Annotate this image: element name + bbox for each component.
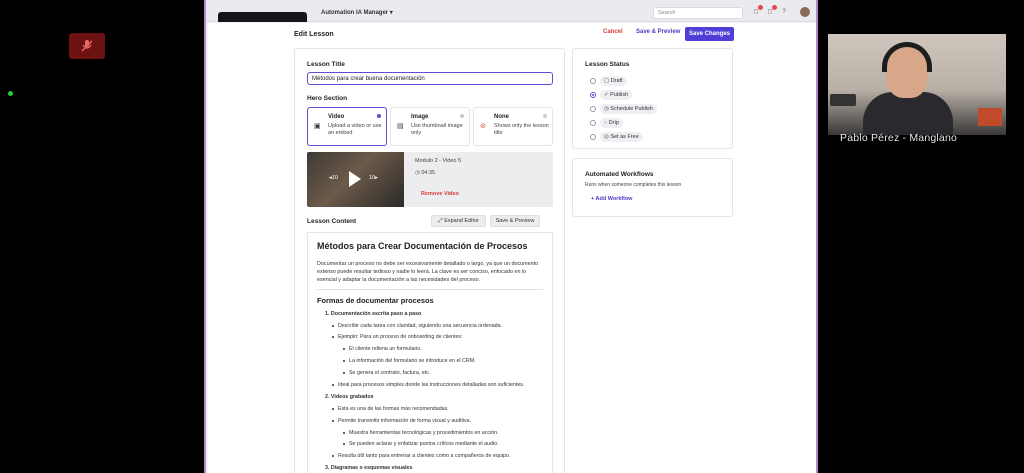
lesson-title-input[interactable]: Métodos para crear buena documentación bbox=[307, 72, 553, 85]
app-tab[interactable] bbox=[218, 12, 307, 22]
hero-section-label: Hero Section bbox=[307, 95, 348, 102]
video-title: Modulo 2 - Video 5 bbox=[415, 158, 462, 164]
hero-option-image[interactable]: ▤ Image Use thumbnail image only bbox=[390, 107, 470, 146]
microphone-icon bbox=[830, 94, 856, 106]
hero-video-block: ◂10 10▸ Modulo 2 - Video 5 ◷ 04:35 Remov… bbox=[307, 152, 553, 207]
list-item: Se pueden aclarar y enfatizar puntos crí… bbox=[317, 441, 543, 447]
hero-option-desc: Upload a video or use an embed bbox=[328, 123, 382, 136]
video-call-stage: Automation IA Manager ▾ Search ◻ ◻ ? Edi… bbox=[0, 0, 1024, 473]
radio-icon[interactable] bbox=[590, 78, 596, 84]
content-subheading: Formas de documentar procesos bbox=[317, 295, 434, 305]
list-item: El cliente rellena un formulario. bbox=[317, 346, 543, 352]
radio-icon[interactable] bbox=[590, 134, 596, 140]
automated-workflows-card: Automated Workflows Runs when someone co… bbox=[572, 158, 733, 217]
expand-editor-button[interactable]: ⤢ Expand Editor bbox=[431, 215, 486, 227]
list-item: Ideal para procesos simples donde las in… bbox=[317, 382, 543, 388]
edit-lesson-page: Edit Lesson Cancel Save & Preview Save C… bbox=[208, 23, 816, 473]
help-icon[interactable]: ? bbox=[780, 8, 788, 16]
shared-screen: Automation IA Manager ▾ Search ◻ ◻ ? Edi… bbox=[204, 0, 818, 473]
skip-back-icon[interactable]: ◂10 bbox=[329, 175, 338, 181]
image-icon: ▤ bbox=[397, 123, 404, 130]
status-pill: ✓ Publish bbox=[600, 90, 633, 100]
list-item: 1. Documentación escrita paso a paso bbox=[325, 310, 422, 317]
list-item: 3. Diagramas o esquemas visuales bbox=[325, 465, 413, 472]
lesson-status-label: Lesson Status bbox=[585, 61, 630, 68]
radio-icon bbox=[543, 114, 547, 118]
status-pill: ◎ Set as Free bbox=[600, 132, 643, 142]
hero-option-video[interactable]: ▣ Video Upload a video or use an embed bbox=[307, 107, 387, 146]
list-item: Muestra herramientas tecnológicas y proc… bbox=[317, 430, 543, 436]
radio-icon[interactable] bbox=[590, 106, 596, 112]
participant-body bbox=[863, 92, 953, 135]
status-label: Draft bbox=[610, 78, 623, 84]
user-avatar[interactable] bbox=[800, 7, 810, 17]
lesson-editor-card: Lesson Title Métodos para crear buena do… bbox=[294, 48, 565, 473]
hero-option-desc: Shows only the lesson title bbox=[494, 123, 549, 136]
participant-name: Pablo Pérez - Manglano bbox=[840, 132, 958, 144]
list-item: Describir cada tarea con claridad, sigui… bbox=[317, 323, 543, 329]
mic-off-icon bbox=[81, 40, 93, 52]
content-save-preview-button[interactable]: Save & Preview bbox=[490, 215, 540, 227]
cancel-button[interactable]: Cancel bbox=[603, 29, 623, 35]
list-item: Se genera el contrato, factura, etc. bbox=[317, 370, 543, 376]
lesson-content-label: Lesson Content bbox=[307, 218, 357, 225]
list-item: Esta es una de las formas más recomendad… bbox=[317, 406, 543, 412]
search-input[interactable]: Search bbox=[653, 7, 743, 19]
content-heading: Métodos para Crear Documentación de Proc… bbox=[317, 241, 528, 251]
list-item: Resulta útil tanto para entrenar a clien… bbox=[317, 453, 543, 459]
hero-option-title: Video bbox=[328, 114, 345, 120]
add-workflow-button[interactable]: + Add Workflow bbox=[591, 196, 632, 202]
workflows-description: Runs when someone completes this lesson bbox=[585, 182, 682, 188]
list-item: Permite transmitir información de forma … bbox=[317, 418, 543, 424]
play-icon[interactable] bbox=[349, 171, 361, 187]
remove-video-button[interactable]: Remove Video bbox=[421, 191, 459, 197]
list-item: Ejemplo: Para un proceso de onboarding d… bbox=[317, 334, 543, 340]
page-title: Edit Lesson bbox=[294, 31, 334, 38]
add-workflow-label: Add Workflow bbox=[595, 196, 633, 202]
lesson-status-card: Lesson Status ▢ Draft ✓ Publish ◷ Schedu… bbox=[572, 48, 733, 149]
video-duration: ◷ 04:35 bbox=[415, 170, 435, 176]
list-item: 2. Vídeos grabados bbox=[325, 393, 374, 400]
radio-icon[interactable] bbox=[590, 120, 596, 126]
online-indicator bbox=[8, 91, 13, 96]
save-preview-button[interactable]: Save & Preview bbox=[636, 29, 680, 35]
hero-option-desc: Use thumbnail image only bbox=[411, 123, 463, 136]
status-label: Set as Free bbox=[610, 134, 639, 140]
content-intro: Documentar un proceso no debe ser excesi… bbox=[317, 261, 539, 284]
radio-icon[interactable] bbox=[590, 92, 596, 98]
status-label: Publish bbox=[610, 92, 629, 98]
hero-option-none[interactable]: ⊘ None Shows only the lesson title bbox=[473, 107, 553, 146]
participant-webcam[interactable] bbox=[828, 34, 1006, 135]
list-item: La información del formulario se introdu… bbox=[317, 358, 543, 364]
video-thumbnail[interactable]: ◂10 10▸ bbox=[307, 152, 404, 207]
status-pill: ◌ Drip bbox=[600, 118, 623, 128]
app-switcher[interactable]: Automation IA Manager ▾ bbox=[321, 9, 393, 16]
hero-option-title: Image bbox=[411, 114, 429, 120]
muted-participant-tile[interactable] bbox=[69, 33, 105, 59]
expand-editor-label: Expand Editor bbox=[444, 217, 479, 224]
app-topbar: Automation IA Manager ▾ Search ◻ ◻ ? bbox=[206, 0, 816, 22]
bell-icon[interactable]: ◻ bbox=[766, 5, 777, 16]
background-light bbox=[978, 108, 1002, 126]
status-label: Schedule Publish bbox=[610, 106, 653, 112]
status-label: Drip bbox=[608, 120, 619, 126]
video-duration-value: 04:35 bbox=[421, 170, 436, 176]
status-pill: ▢ Draft bbox=[600, 76, 627, 86]
status-pill: ◷ Schedule Publish bbox=[600, 104, 657, 114]
hero-option-title: None bbox=[494, 114, 509, 120]
radio-icon bbox=[377, 114, 381, 118]
prohibited-icon: ⊘ bbox=[480, 123, 486, 130]
workflows-label: Automated Workflows bbox=[585, 171, 654, 178]
lesson-content-editor[interactable]: Métodos para Crear Documentación de Proc… bbox=[307, 232, 553, 473]
skip-forward-icon[interactable]: 10▸ bbox=[369, 175, 378, 181]
lesson-title-label: Lesson Title bbox=[307, 61, 345, 68]
save-changes-button[interactable]: Save Changes bbox=[685, 27, 734, 41]
divider bbox=[317, 288, 543, 290]
video-icon: ▣ bbox=[314, 123, 321, 130]
headphones-icon bbox=[882, 42, 932, 72]
notification-icon[interactable]: ◻ bbox=[752, 5, 763, 16]
radio-icon bbox=[460, 114, 464, 118]
